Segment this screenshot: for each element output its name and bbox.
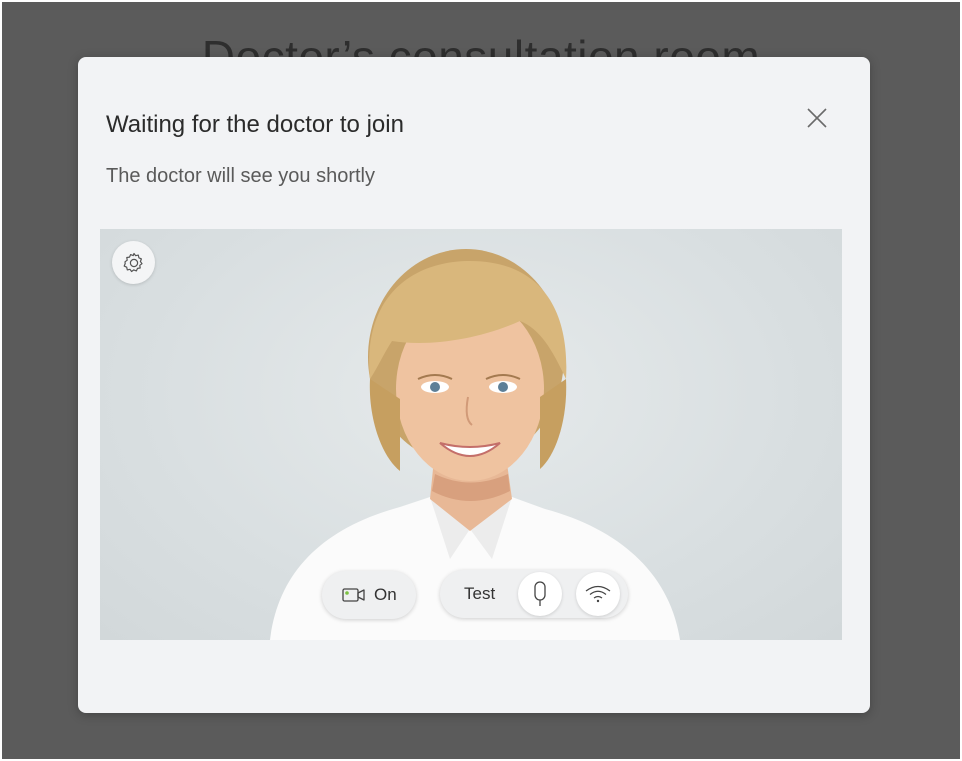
close-button[interactable] (802, 103, 832, 133)
camera-toggle-button[interactable]: On (322, 571, 416, 619)
network-test-button[interactable] (576, 572, 620, 616)
close-icon (807, 108, 827, 128)
media-test-group: Test (440, 570, 628, 618)
waiting-room-dialog: Waiting for the doctor to join The docto… (78, 57, 870, 713)
wifi-icon (585, 585, 611, 603)
dialog-title: Waiting for the doctor to join (106, 111, 404, 138)
self-view-video: On Test (100, 229, 842, 640)
camera-status-label: On (374, 585, 397, 604)
test-label: Test (464, 584, 496, 603)
settings-button[interactable] (112, 241, 155, 284)
dialog-subtitle: The doctor will see you shortly (106, 165, 376, 187)
microphone-icon (534, 581, 546, 606)
gear-icon (123, 252, 143, 272)
video-camera-icon (342, 588, 365, 602)
microphone-test-button[interactable] (518, 572, 562, 616)
page-backdrop: Doctor’s consultation room Waiting for t… (2, 2, 960, 759)
